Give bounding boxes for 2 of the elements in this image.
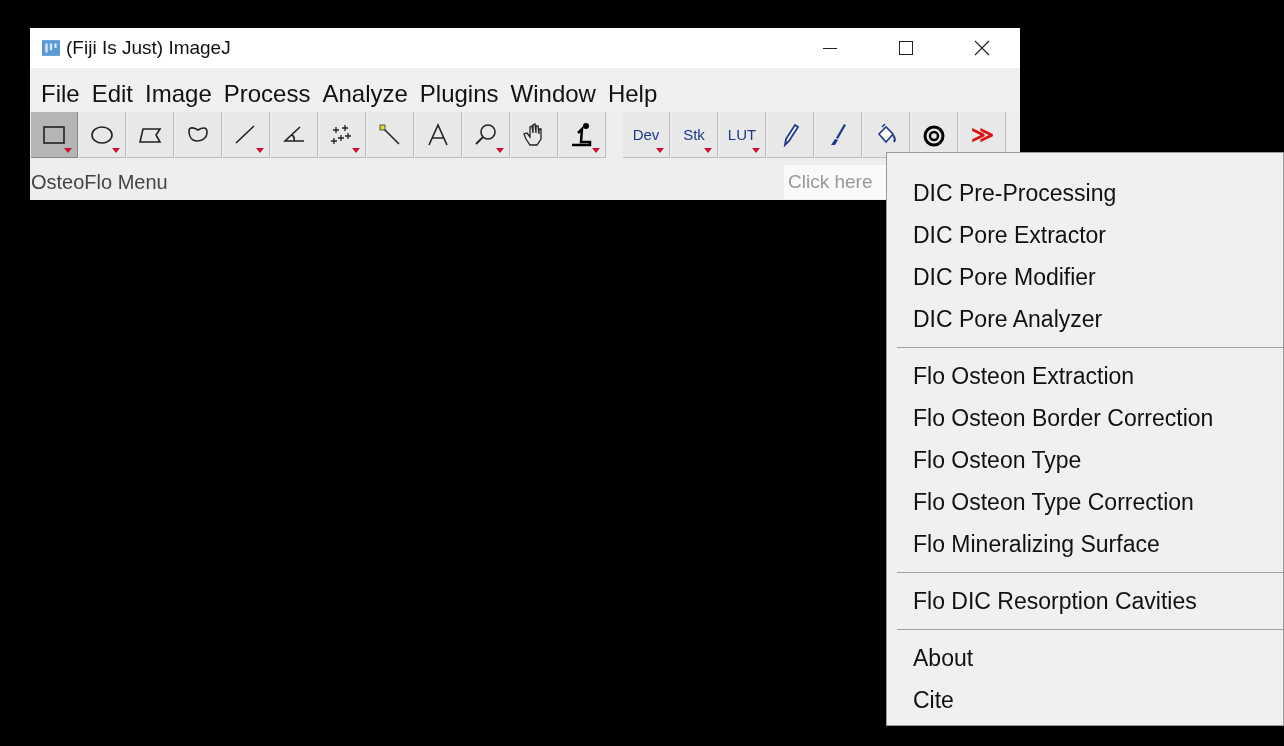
window-title: (Fiji Is Just) ImageJ: [66, 37, 231, 59]
status-text: OsteoFlo Menu: [31, 170, 168, 194]
